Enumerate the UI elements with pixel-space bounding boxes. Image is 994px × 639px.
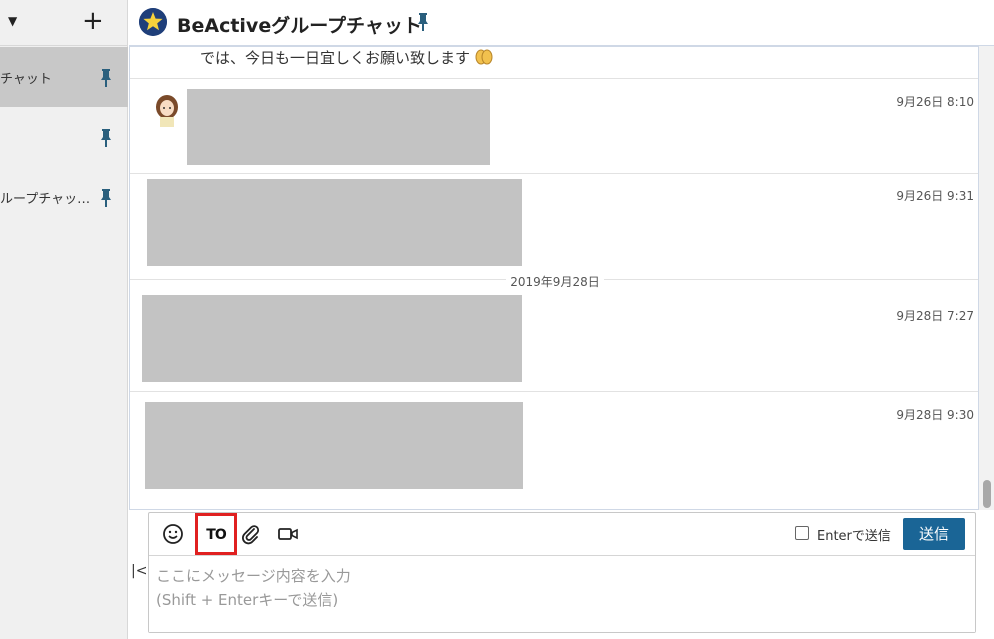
message-timestamp: 9月28日 7:27 (896, 309, 974, 323)
timeline-scrollbar[interactable] (979, 46, 994, 510)
pin-icon (101, 69, 111, 87)
sidebar-item-group-chat[interactable]: ループチャッ… (0, 167, 128, 227)
message-input[interactable] (149, 556, 975, 632)
emoji-icon[interactable] (162, 523, 184, 545)
paperclip-icon[interactable] (239, 523, 261, 545)
message-text: では、今日も一日宜しくお願い致します (200, 49, 471, 67)
redacted-message-content (142, 295, 522, 382)
pin-icon (101, 189, 111, 207)
to-mention-label: TO (206, 527, 226, 543)
message-item[interactable]: 9月26日 8:10 (130, 79, 978, 173)
composer-toolbar: TO Enterで送信 送信 (149, 513, 975, 556)
message-item[interactable]: 9月28日 9:30 (130, 392, 978, 509)
message-timeline: では、今日も一日宜しくお願い致します 9月26日 8:10 9月26日 9:31… (129, 46, 979, 510)
room-header: BeActiveグループチャット (129, 0, 994, 46)
filter-dropdown-caret[interactable]: ▼ (8, 14, 17, 28)
date-separator: 2019年9月28日 (130, 273, 978, 290)
message-composer: TO Enterで送信 送信 (148, 512, 976, 633)
avatar[interactable] (152, 93, 182, 127)
enter-to-send-label[interactable]: Enterで送信 (817, 525, 891, 544)
sidebar-item-label: チャット (0, 72, 52, 87)
sidebar-item-room[interactable] (0, 107, 128, 167)
sidebar-item-chat[interactable]: チャット (0, 47, 128, 107)
pin-icon (101, 129, 111, 147)
redacted-message-content (145, 402, 523, 489)
scrollbar-thumb[interactable] (983, 480, 991, 508)
praying-hands-icon (475, 49, 493, 65)
partial-message: では、今日も一日宜しくお願い致します (200, 47, 493, 68)
message-timestamp: 9月28日 9:30 (896, 408, 974, 422)
message-timestamp: 9月26日 9:31 (896, 189, 974, 203)
pin-icon[interactable] (417, 13, 429, 31)
redacted-message-content (187, 89, 490, 165)
enter-to-send-checkbox[interactable] (795, 526, 809, 540)
collapse-sidebar-button[interactable]: |< (131, 563, 147, 579)
redacted-message-content (147, 179, 522, 266)
message-timestamp: 9月26日 8:10 (896, 95, 974, 109)
message-item[interactable]: 9月28日 7:27 (130, 289, 978, 389)
room-title: BeActiveグループチャット (177, 15, 422, 37)
add-room-button[interactable]: + (82, 8, 104, 34)
video-call-icon[interactable] (277, 523, 299, 545)
room-list-sidebar: ▼ + チャット ループチャッ… (0, 0, 128, 639)
send-button[interactable]: 送信 (903, 518, 965, 550)
to-mention-button[interactable]: TO (195, 513, 237, 555)
date-separator-label: 2019年9月28日 (506, 275, 604, 289)
message-item[interactable]: 9月26日 9:31 (130, 174, 978, 278)
star-icon (139, 8, 167, 36)
sidebar-item-label: ループチャッ… (0, 192, 91, 207)
sidebar-header: ▼ + (0, 0, 128, 46)
